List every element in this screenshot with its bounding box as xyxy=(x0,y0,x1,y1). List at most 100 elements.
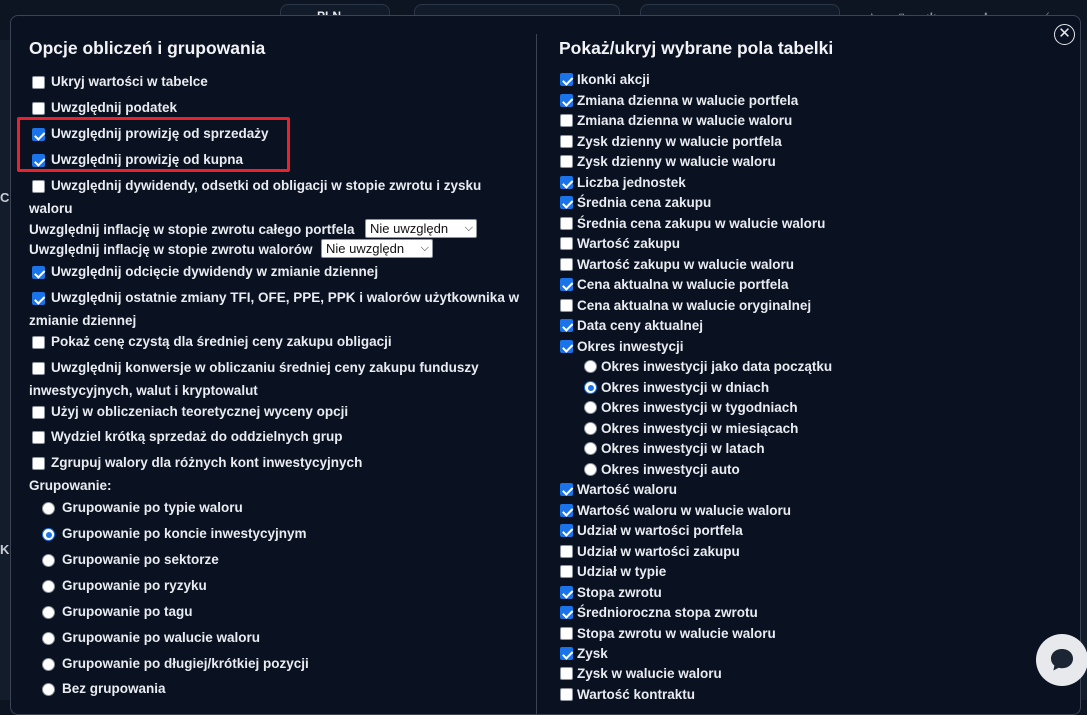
period-option-label: Okres inwestycji w tygodniach xyxy=(601,400,798,415)
field-label: Stopa zwrotu w walucie waloru xyxy=(577,626,776,641)
field-label: Liczba jednostek xyxy=(577,175,686,190)
field-checkbox-5[interactable] xyxy=(560,176,573,189)
calc-option-checkbox-7[interactable] xyxy=(32,336,45,349)
calc-option-checkbox-4[interactable] xyxy=(32,180,45,193)
period-radio-4[interactable] xyxy=(584,442,597,455)
chevron-down-icon: ⌵ xyxy=(420,242,429,254)
field-checkbox-6[interactable] xyxy=(560,196,573,209)
period-radio-0[interactable] xyxy=(584,360,597,373)
calc-option-label: Użyj w obliczeniach teoretycznej wyceny … xyxy=(51,404,349,419)
field-label: Średnia cena zakupu xyxy=(577,195,712,210)
field-checkbox-1[interactable] xyxy=(560,94,573,107)
field-label: Wartość kontraktu xyxy=(577,687,696,702)
calc-option-checkbox-9[interactable] xyxy=(32,406,45,419)
calc-option-checkbox-11[interactable] xyxy=(32,457,45,470)
period-radio-5[interactable] xyxy=(584,463,597,476)
column-divider xyxy=(536,34,537,714)
field-label: Wartość zakupu xyxy=(577,236,681,251)
field-label: Średnia cena zakupu w walucie waloru xyxy=(577,216,826,231)
field-checkbox-13[interactable] xyxy=(560,340,573,353)
background-text-fragment: C xyxy=(0,190,10,205)
grouping-radio-3[interactable] xyxy=(42,580,55,593)
close-icon[interactable]: ✕ xyxy=(1054,24,1075,45)
grouping-label: Grupowanie: xyxy=(29,478,112,493)
field-label: Okres inwestycji xyxy=(577,339,684,354)
field-checkbox-22[interactable] xyxy=(560,647,573,660)
period-option-label: Okres inwestycji w dniach xyxy=(601,380,770,395)
field-label: Zmiana dzienna w walucie waloru xyxy=(577,113,793,128)
period-radio-3[interactable] xyxy=(584,422,597,435)
calc-option-label: Ukryj wartości w tabelce xyxy=(51,74,208,89)
calc-option-label-line2: inwestycyjnych, walut i kryptowalut xyxy=(29,383,258,398)
settings-modal: ✕ Opcje obliczeń i grupowania Ukryj wart… xyxy=(10,15,1081,715)
calc-option-label: Uwzględnij odcięcie dywidendy w zmianie … xyxy=(51,264,379,279)
grouping-radio-5[interactable] xyxy=(42,632,55,645)
grouping-radio-6[interactable] xyxy=(42,658,55,671)
field-checkbox-24[interactable] xyxy=(560,688,573,701)
grouping-radio-1[interactable] xyxy=(42,528,55,541)
calc-option-label-line2: waloru xyxy=(29,201,73,216)
calc-option-label: Zgrupuj walory dla różnych kont inwestyc… xyxy=(51,455,363,470)
field-label: Data ceny aktualnej xyxy=(577,318,704,333)
field-label: Zysk dzienny w walucie waloru xyxy=(577,154,776,169)
field-checkbox-16[interactable] xyxy=(560,524,573,537)
calc-option-checkbox-0[interactable] xyxy=(32,76,45,89)
calc-option-checkbox-1[interactable] xyxy=(32,102,45,115)
calc-option-checkbox-10[interactable] xyxy=(32,431,45,444)
grouping-radio-4[interactable] xyxy=(42,606,55,619)
field-checkbox-11[interactable] xyxy=(560,299,573,312)
field-checkbox-9[interactable] xyxy=(560,258,573,271)
grouping-radio-0[interactable] xyxy=(42,502,55,515)
field-label: Cena aktualna w walucie portfela xyxy=(577,277,789,292)
field-checkbox-4[interactable] xyxy=(560,155,573,168)
field-label: Zysk dzienny w walucie portfela xyxy=(577,134,782,149)
period-radio-1[interactable] xyxy=(584,381,597,394)
field-checkbox-12[interactable] xyxy=(560,319,573,332)
calc-option-label: Uwzględnij konwersje w obliczaniu średni… xyxy=(51,360,479,375)
highlight-annotation-box xyxy=(17,117,290,172)
field-checkbox-7[interactable] xyxy=(560,217,573,230)
inflation-assets-select[interactable]: Nie uwzględn ⌵ xyxy=(321,239,433,258)
grouping-option-label: Grupowanie po sektorze xyxy=(62,552,219,567)
field-checkbox-2[interactable] xyxy=(560,114,573,127)
field-checkbox-18[interactable] xyxy=(560,565,573,578)
grouping-radio-7[interactable] xyxy=(42,683,55,696)
field-label: Ikonki akcji xyxy=(577,72,650,87)
field-checkbox-8[interactable] xyxy=(560,237,573,250)
chat-bubble-icon xyxy=(1051,649,1073,671)
field-checkbox-17[interactable] xyxy=(560,545,573,558)
grouping-option-label: Grupowanie po koncie inwestycyjnym xyxy=(62,526,307,541)
field-checkbox-10[interactable] xyxy=(560,278,573,291)
grouping-option-label: Grupowanie po walucie waloru xyxy=(62,630,261,645)
calc-option-checkbox-5[interactable] xyxy=(32,266,45,279)
inflation-portfolio-select[interactable]: Nie uwzględn ⌵ xyxy=(365,219,477,238)
period-option-label: Okres inwestycji w latach xyxy=(601,441,765,456)
chevron-down-icon: ⌵ xyxy=(464,222,473,234)
grouping-option-label: Grupowanie po długiej/krótkiej pozycji xyxy=(62,656,309,671)
inflation-assets-value: Nie uwzględn xyxy=(326,241,405,256)
field-checkbox-0[interactable] xyxy=(560,73,573,86)
calc-option-checkbox-6[interactable] xyxy=(32,292,45,305)
calc-option-label: Pokaż cenę czystą dla średniej ceny zaku… xyxy=(51,334,392,349)
chat-button[interactable] xyxy=(1036,634,1087,686)
app-left-background xyxy=(0,40,10,700)
field-checkbox-3[interactable] xyxy=(560,135,573,148)
field-checkbox-14[interactable] xyxy=(560,483,573,496)
grouping-option-label: Grupowanie po typie waloru xyxy=(62,500,243,515)
field-checkbox-19[interactable] xyxy=(560,586,573,599)
inflation-portfolio-label: Uwzględnij inflację w stopie zwrotu całe… xyxy=(29,222,355,237)
period-option-label: Okres inwestycji w miesiącach xyxy=(601,421,799,436)
grouping-radio-2[interactable] xyxy=(42,554,55,567)
field-label: Wartość waloru w walucie waloru xyxy=(577,503,792,518)
grouping-option-label: Grupowanie po tagu xyxy=(62,604,193,619)
field-checkbox-23[interactable] xyxy=(560,667,573,680)
field-label: Zmiana dzienna w walucie portfela xyxy=(577,93,799,108)
calc-option-checkbox-8[interactable] xyxy=(32,362,45,375)
field-checkbox-21[interactable] xyxy=(560,627,573,640)
field-checkbox-15[interactable] xyxy=(560,504,573,517)
field-label: Wartość waloru xyxy=(577,482,678,497)
calc-option-label-line2: zmianie dziennej xyxy=(29,313,137,328)
period-radio-2[interactable] xyxy=(584,401,597,414)
field-checkbox-20[interactable] xyxy=(560,606,573,619)
calc-option-label: Wydziel krótką sprzedaż do oddzielnych g… xyxy=(51,429,343,444)
